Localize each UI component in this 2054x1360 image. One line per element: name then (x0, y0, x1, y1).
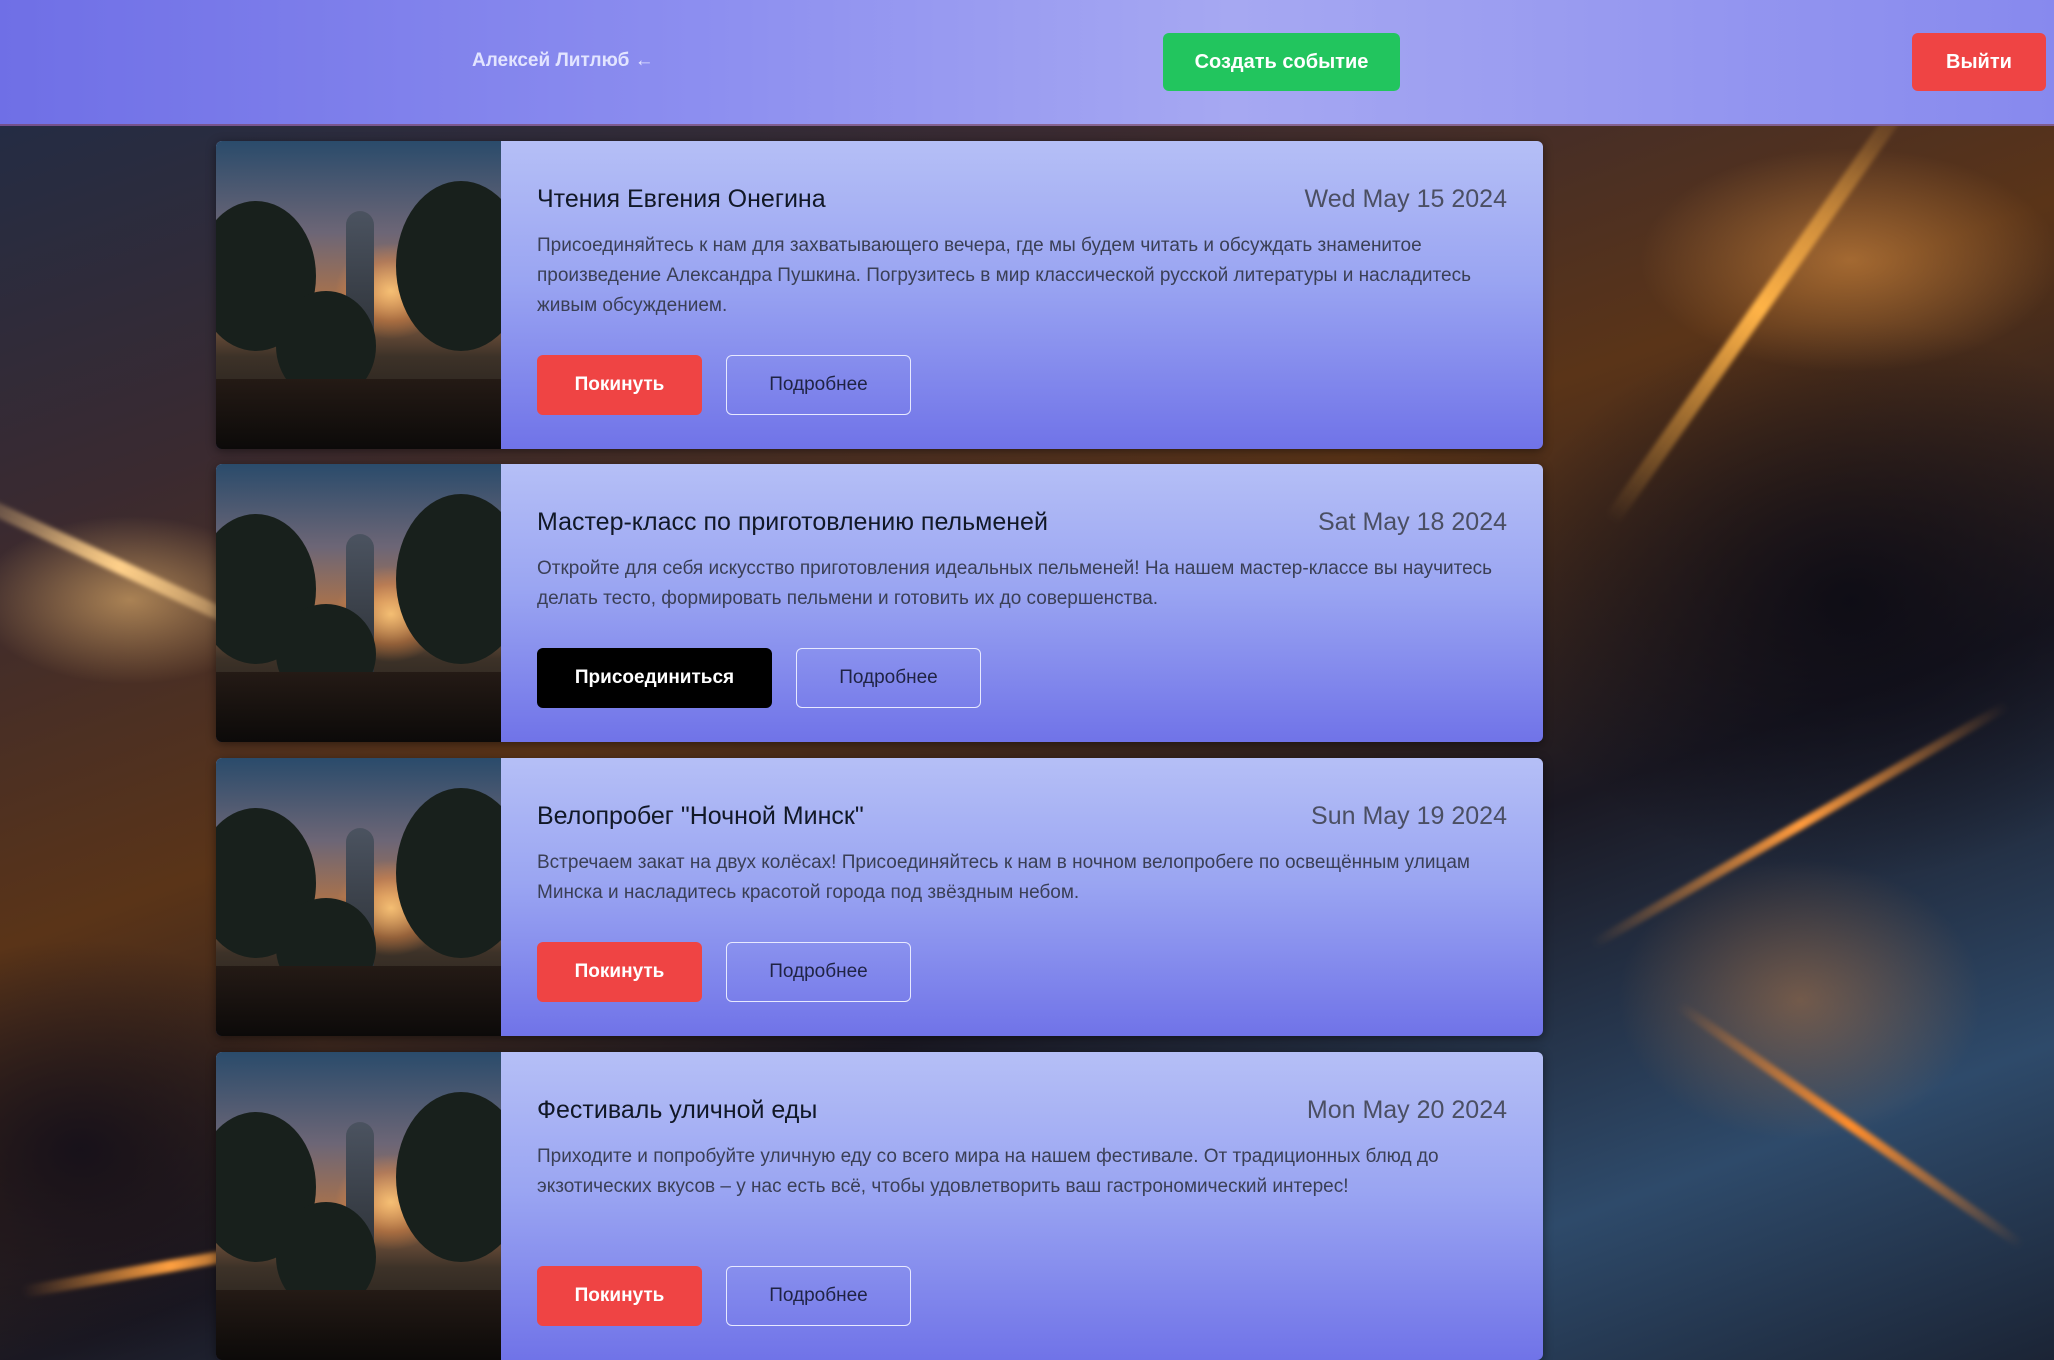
event-details-button[interactable]: Подробнее (726, 1266, 911, 1326)
join-event-button[interactable]: Присоединиться (537, 648, 772, 708)
create-event-button[interactable]: Создать событие (1163, 33, 1400, 91)
event-body: Фестиваль уличной еды Mon May 20 2024 Пр… (501, 1052, 1543, 1360)
background-light-streak (1589, 700, 2011, 950)
leave-event-button[interactable]: Покинуть (537, 1266, 702, 1326)
event-image (216, 141, 501, 449)
event-body: Чтения Евгения Онегина Wed May 15 2024 П… (501, 141, 1543, 449)
logout-button[interactable]: Выйти (1912, 33, 2046, 91)
event-actions: Присоединиться Подробнее (537, 648, 981, 708)
event-image (216, 464, 501, 742)
user-name-link[interactable]: Алексей Литлюб ← (472, 50, 654, 72)
event-title: Чтения Евгения Онегина (537, 185, 826, 213)
event-actions: Покинуть Подробнее (537, 355, 911, 415)
event-date: Sun May 19 2024 (1311, 802, 1507, 830)
background-light-streak (1604, 90, 1916, 526)
event-date: Sat May 18 2024 (1317, 508, 1507, 536)
event-image (216, 1052, 501, 1360)
leave-event-button[interactable]: Покинуть (537, 355, 702, 415)
event-details-button[interactable]: Подробнее (726, 355, 911, 415)
event-body: Мастер-класс по приготовлению пельменей … (501, 464, 1543, 742)
event-details-button[interactable]: Подробнее (726, 942, 911, 1002)
event-body: Велопробег "Ночной Минск" Sun May 19 202… (501, 758, 1543, 1036)
event-image (216, 758, 501, 1036)
event-actions: Покинуть Подробнее (537, 1266, 911, 1326)
event-card: Велопробег "Ночной Минск" Sun May 19 202… (216, 758, 1543, 1036)
event-description: Присоединяйтесь к нам для захватывающего… (537, 235, 1471, 316)
event-date: Mon May 20 2024 (1306, 1096, 1507, 1124)
event-card: Фестиваль уличной еды Mon May 20 2024 Пр… (216, 1052, 1543, 1360)
top-navigation-bar: Алексей Литлюб ← Создать событие Выйти (0, 0, 2054, 126)
event-title: Фестиваль уличной еды (537, 1096, 818, 1124)
event-description: Встречаем закат на двух колёсах! Присоед… (537, 852, 1470, 903)
event-card: Мастер-класс по приготовлению пельменей … (216, 464, 1543, 742)
event-date: Wed May 15 2024 (1304, 185, 1507, 213)
event-card: Чтения Евгения Онегина Wed May 15 2024 П… (216, 141, 1543, 449)
event-description: Приходите и попробуйте уличную еду со вс… (537, 1146, 1439, 1197)
leave-event-button[interactable]: Покинуть (537, 942, 702, 1002)
event-details-button[interactable]: Подробнее (796, 648, 981, 708)
event-description: Откройте для себя искусство приготовлени… (537, 558, 1493, 609)
background-light-streak (1675, 1000, 2025, 1250)
event-title: Велопробег "Ночной Минск" (537, 802, 864, 830)
event-actions: Покинуть Подробнее (537, 942, 911, 1002)
event-title: Мастер-класс по приготовлению пельменей (537, 508, 1048, 536)
